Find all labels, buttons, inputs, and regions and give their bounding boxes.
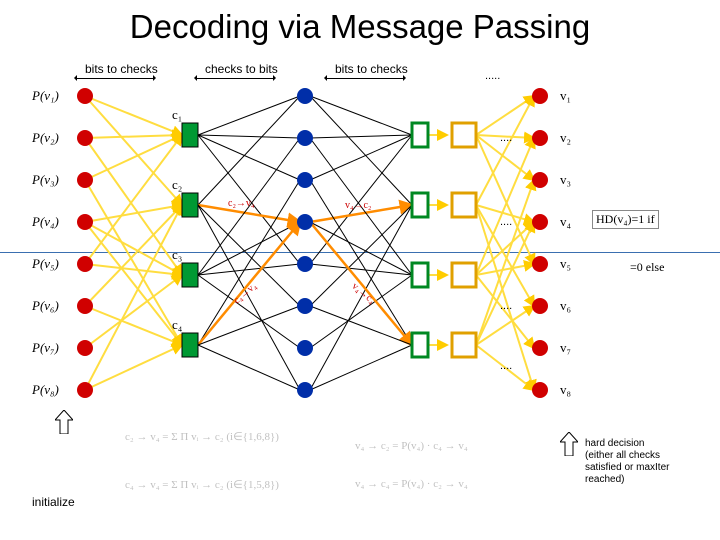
prob-v2: P(v₂) (32, 130, 59, 146)
msg-c4v4: c₄→v₄ (232, 281, 259, 306)
dots-4: .... (500, 360, 512, 372)
v-nodes-col3 (532, 88, 548, 398)
dots-2: .... (500, 216, 512, 228)
stage-ellipsis: ..... (485, 70, 500, 82)
initialize-arrow-icon (55, 410, 73, 434)
v-nodes-col1 (77, 88, 93, 398)
dots-1: .... (500, 132, 512, 144)
vlabel-4: v₄ (560, 214, 571, 230)
hard-decision-text: hard decision (either all checks satisfi… (585, 438, 695, 486)
vlabel-2: v₂ (560, 130, 571, 146)
dots-3: .... (500, 300, 512, 312)
msg-v4c2: v₄→c₂ (345, 200, 371, 211)
horizontal-divider (0, 252, 720, 253)
equation-v4c4: v₄ → c₄ = P(v₄) · c₂ → v₄ (355, 478, 585, 524)
c2-label: c₂ (172, 177, 182, 193)
vlabel-5: v₅ (560, 256, 571, 272)
stage2-arrow (195, 78, 275, 79)
c-nodes-col1 (182, 123, 198, 357)
equation-c4v4: c₄ → v₄ = Σ Π vᵢ → c₂ (i∈{1,5,8}) (125, 478, 355, 524)
equation-c2v4: c₂ → v₄ = Σ Π vᵢ → c₂ (i∈{1,6,8}) (125, 430, 355, 476)
prob-v6: P(v₆) (32, 298, 59, 314)
hd-line1: HD(v₄)=1 if (592, 210, 659, 229)
stage1-arrow (75, 78, 155, 79)
vlabel-1: v₁ (560, 88, 571, 104)
c-nodes-col2 (412, 123, 428, 357)
vlabel-7: v₇ (560, 340, 571, 356)
prob-v5: P(v₅) (32, 256, 59, 272)
c3-label: c₃ (172, 247, 182, 263)
prob-v7: P(v₇) (32, 340, 59, 356)
prob-v1: P(v₁) (32, 88, 59, 104)
vlabel-6: v₆ (560, 298, 571, 314)
c4-label: c₄ (172, 317, 182, 333)
delay-boxes (452, 123, 476, 357)
page-title: Decoding via Message Passing (0, 8, 720, 46)
stage3-label: bits to checks (335, 62, 408, 76)
stage3-arrow (325, 78, 405, 79)
msg-v4c4: v₄→c₄ (350, 281, 377, 306)
prob-v3: P(v₃) (32, 172, 59, 188)
vlabel-3: v₃ (560, 172, 571, 188)
prob-v4: P(v₄) (32, 214, 59, 230)
v-nodes-col2 (297, 88, 313, 398)
vlabel-8: v₈ (560, 382, 571, 398)
c1-label: c₁ (172, 107, 182, 123)
initialize-label: initialize (32, 495, 75, 509)
hd-else: =0 else (630, 260, 664, 275)
stage1-label: bits to checks (85, 62, 158, 76)
stage2-label: checks to bits (205, 62, 278, 76)
prob-v8: P(v₈) (32, 382, 59, 398)
msg-c2v4: c₂→v₄ (228, 198, 254, 209)
